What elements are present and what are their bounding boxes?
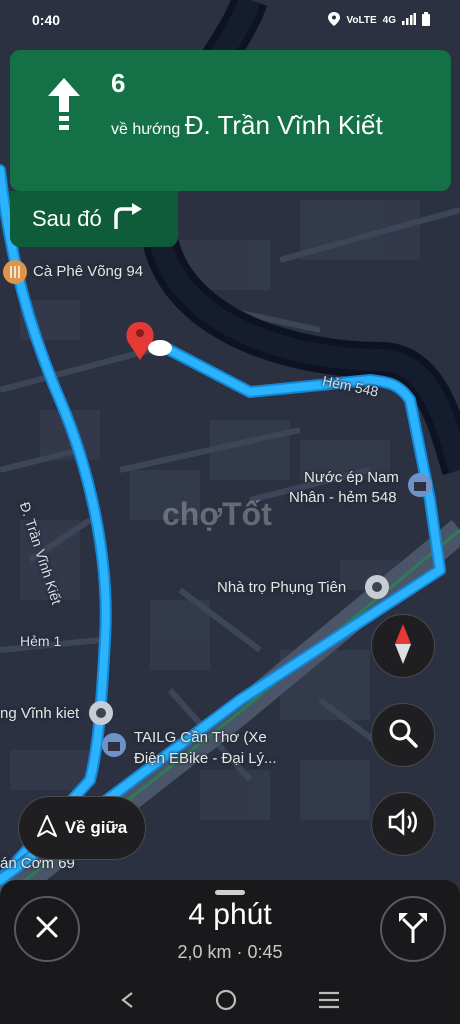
alternate-routes-button[interactable] xyxy=(380,896,446,962)
place-label[interactable]: Nước ép Nam xyxy=(304,469,399,486)
recents-icon[interactable] xyxy=(318,991,340,1014)
back-icon[interactable] xyxy=(120,991,134,1014)
restaurant-icon xyxy=(3,260,27,284)
alternate-routes-icon xyxy=(398,911,428,948)
volte-label: VoLTE xyxy=(346,14,377,26)
street-label: Hẻm 1 xyxy=(20,633,62,649)
shopping-bag-icon xyxy=(408,473,432,497)
waypoint-marker-icon xyxy=(89,701,113,725)
then-maneuver-card[interactable]: Sau đó xyxy=(10,191,178,247)
location-icon xyxy=(328,11,341,29)
navigation-arrow-icon xyxy=(36,814,57,842)
home-icon[interactable] xyxy=(215,989,237,1016)
recenter-label: Về giữa xyxy=(64,818,128,837)
recenter-button[interactable]: Về giữa xyxy=(18,796,146,860)
straight-arrow-icon xyxy=(44,76,84,136)
maneuver-toward: về hướng Đ. Trần Vĩnh Kiết xyxy=(111,108,441,147)
shopping-bag-icon xyxy=(102,733,126,757)
toward-prefix: về hướng xyxy=(111,121,181,138)
search-button[interactable] xyxy=(371,703,435,767)
place-label[interactable]: TAILG Cần Thơ (Xe xyxy=(134,729,267,746)
maneuver-distance: 6 xyxy=(111,68,126,98)
search-icon xyxy=(388,718,418,753)
turn-right-icon xyxy=(112,203,144,235)
status-time: 0:40 xyxy=(32,12,61,28)
place-label[interactable]: Nhân - hẻm 548 xyxy=(289,489,397,506)
compass-button[interactable] xyxy=(371,614,435,678)
toward-street: Đ. Trần Vĩnh Kiết xyxy=(184,110,383,140)
sheet-handle[interactable] xyxy=(215,890,245,895)
volume-icon xyxy=(388,807,418,841)
sound-button[interactable] xyxy=(371,792,435,856)
system-nav-bar[interactable] xyxy=(0,980,460,1024)
then-label: Sau đó xyxy=(32,206,102,231)
signal-icon xyxy=(402,12,416,28)
watermark: chợTốt xyxy=(162,496,272,532)
navigation-instruction-card[interactable]: 6 về hướng Đ. Trần Vĩnh Kiết xyxy=(10,50,451,191)
place-label[interactable]: Nhà trọ Phụng Tiên xyxy=(217,579,346,596)
place-label[interactable]: ng Vĩnh kiet xyxy=(0,705,79,722)
compass-icon xyxy=(395,623,411,669)
place-label[interactable]: Điện EBike - Đại Lý... xyxy=(134,750,277,767)
battery-icon xyxy=(422,11,430,29)
status-bar: 0:40 VoLTE 4G xyxy=(0,0,460,40)
place-label[interactable]: Cà Phê Võng 94 xyxy=(33,263,143,280)
trip-summary-sheet[interactable]: 4 phút 2,0 km · 0:45 xyxy=(0,880,460,1024)
place-marker-icon xyxy=(365,575,389,599)
network-label: 4G xyxy=(382,14,396,26)
